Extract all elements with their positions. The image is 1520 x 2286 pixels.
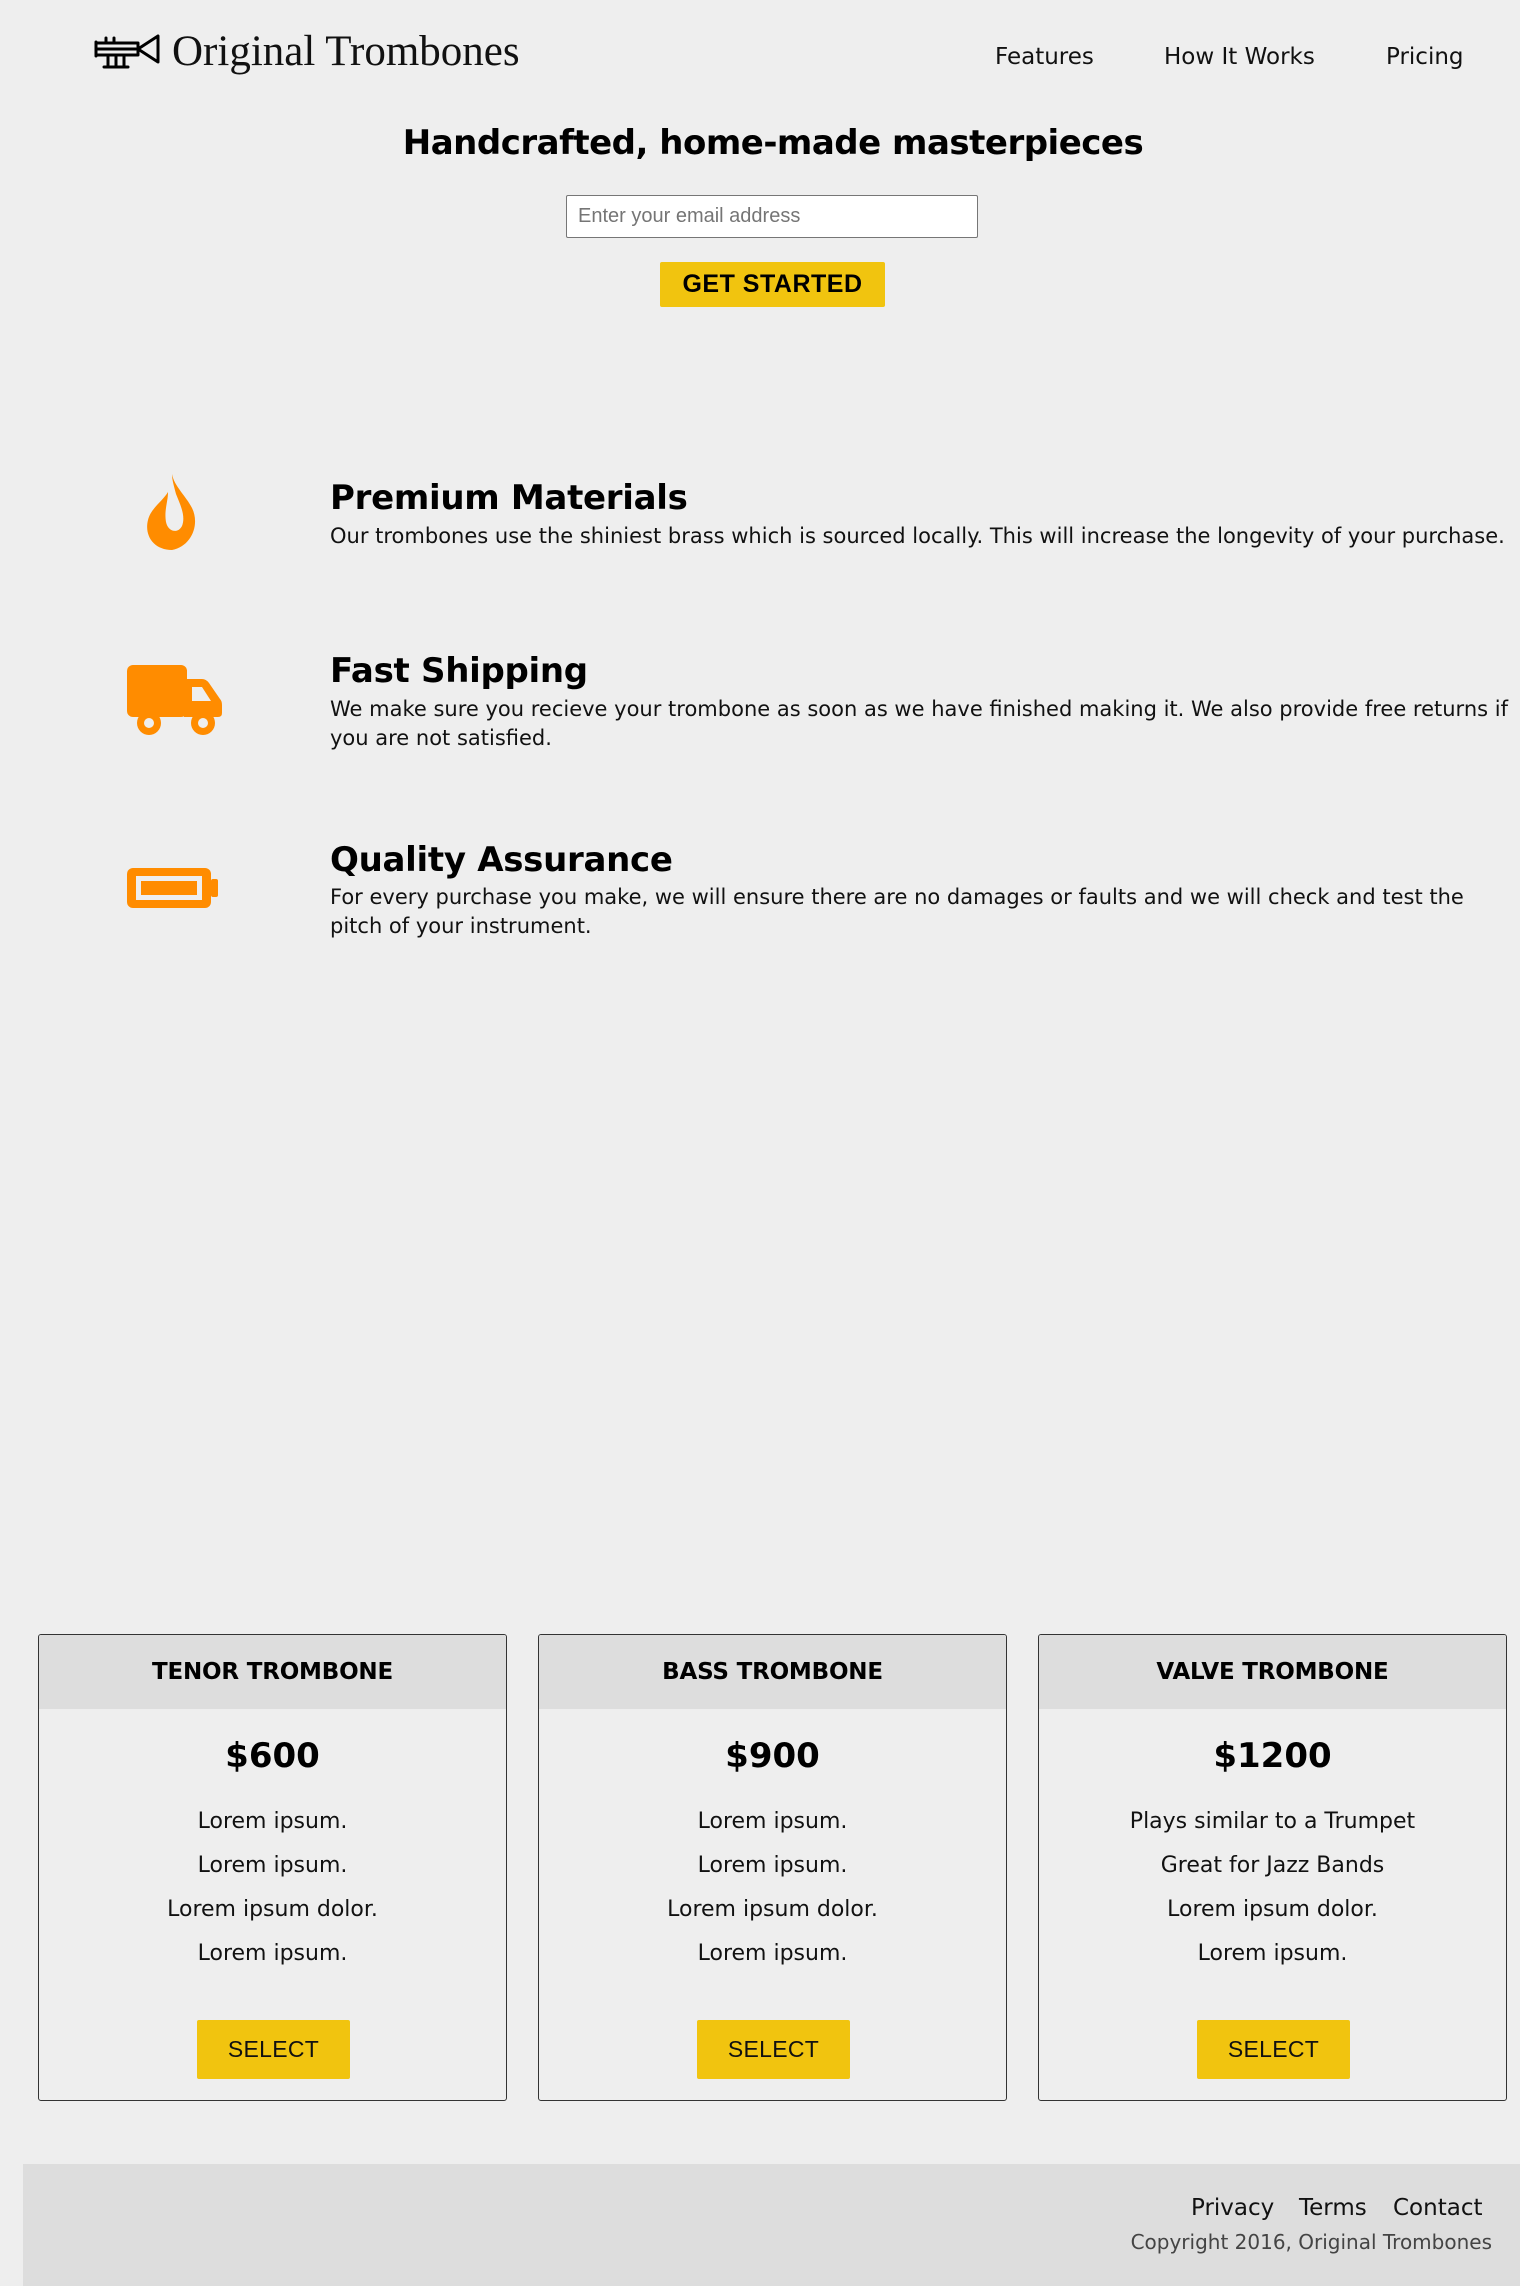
card-price: $1200 [1213, 1736, 1332, 1776]
feature-text: We make sure you recieve your trombone a… [330, 697, 1508, 750]
card-feature: Lorem ipsum. [697, 1941, 848, 1966]
card-feature: Lorem ipsum. [1197, 1941, 1348, 1966]
nav-link-features[interactable]: Features [995, 40, 1094, 74]
card-price: $900 [725, 1736, 820, 1776]
card-feature: Lorem ipsum. [197, 1941, 348, 1966]
feature-title: Quality Assurance [330, 840, 673, 880]
footer-link-contact[interactable]: Contact [1393, 2193, 1482, 2223]
card-feature: Lorem ipsum. [197, 1853, 348, 1878]
card-feature: Plays similar to a Trumpet [1129, 1809, 1416, 1834]
card-feature: Lorem ipsum dolor. [167, 1897, 378, 1922]
footer-link-terms[interactable]: Terms [1299, 2193, 1367, 2223]
battery-icon [127, 868, 218, 908]
pricing-card-tenor: TENOR TROMBONE $600 Lorem ipsum. Lorem i… [38, 1634, 507, 2101]
card-feature: Great for Jazz Bands [1160, 1853, 1385, 1878]
nav-link-how-it-works[interactable]: How It Works [1164, 40, 1315, 74]
hero-title: Handcrafted, home-made masterpieces [402, 123, 1144, 163]
card-title: VALVE TROMBONE [1039, 1635, 1506, 1709]
footer-link-privacy[interactable]: Privacy [1191, 2193, 1274, 2223]
trombone-logo-icon [94, 34, 160, 69]
feature-title: Premium Materials [330, 478, 688, 518]
fire-icon [147, 474, 196, 550]
card-feature: Lorem ipsum dolor. [667, 1897, 878, 1922]
feature-title: Fast Shipping [330, 651, 588, 691]
pricing-card-valve: VALVE TROMBONE $1200 Plays similar to a … [1038, 1634, 1507, 2101]
nav-link-pricing[interactable]: Pricing [1386, 40, 1464, 74]
card-price: $600 [225, 1736, 320, 1776]
pricing-card-bass: BASS TROMBONE $900 Lorem ipsum. Lorem ip… [538, 1634, 1007, 2101]
get-started-button[interactable]: GET STARTED [660, 262, 885, 307]
feature-text: Our trombones use the shiniest brass whi… [330, 524, 1505, 548]
card-feature: Lorem ipsum. [197, 1809, 348, 1834]
card-title: TENOR TROMBONE [39, 1635, 506, 1709]
footer [23, 2164, 1520, 2286]
card-feature: Lorem ipsum. [697, 1853, 848, 1878]
select-button-tenor[interactable]: SELECT [197, 2020, 350, 2079]
email-input[interactable] [566, 195, 978, 238]
card-feature: Lorem ipsum dolor. [1167, 1897, 1378, 1922]
card-title: BASS TROMBONE [539, 1635, 1006, 1709]
select-button-valve[interactable]: SELECT [1197, 2020, 1350, 2079]
brand-name: Original Trombones [172, 28, 520, 75]
card-feature: Lorem ipsum. [697, 1809, 848, 1834]
copyright: Copyright 2016, Original Trombones [1130, 2230, 1492, 2254]
truck-icon [127, 665, 222, 735]
feature-text: For every purchase you make, we will ens… [330, 885, 1464, 938]
select-button-bass[interactable]: SELECT [697, 2020, 850, 2079]
